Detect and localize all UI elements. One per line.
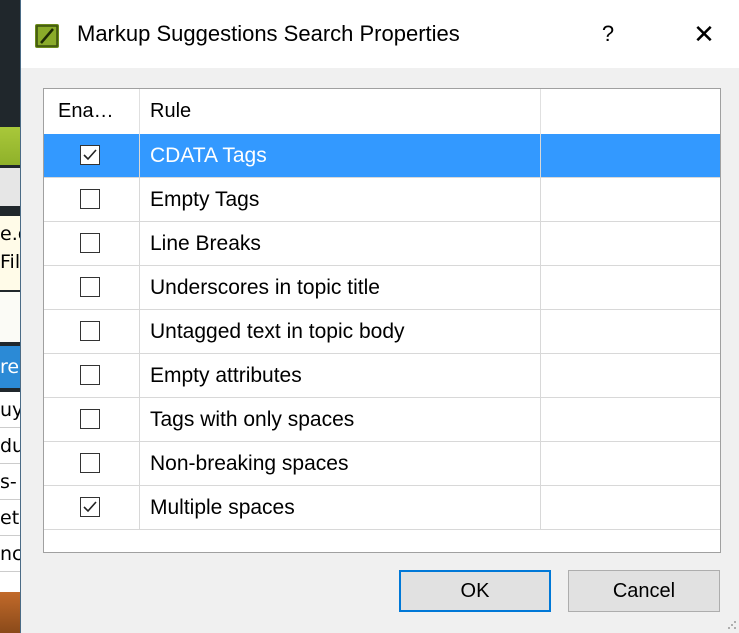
blank-cell (541, 486, 720, 530)
enabled-cell (44, 354, 140, 398)
blank-cell (541, 398, 720, 442)
table-row[interactable]: Empty attributes (44, 354, 720, 398)
table-row[interactable]: Underscores in topic title (44, 266, 720, 310)
dialog-title: Markup Suggestions Search Properties (77, 21, 460, 46)
background-selected-item: re (0, 346, 20, 388)
table-header: Ena… Rule (44, 89, 720, 135)
blank-cell (541, 266, 720, 310)
table-row[interactable]: Untagged text in topic body (44, 310, 720, 354)
title-bar: Markup Suggestions Search Properties ? ✕ (21, 0, 739, 68)
enabled-checkbox[interactable] (80, 453, 100, 473)
background-fragment: nc (0, 536, 20, 572)
enabled-cell (44, 486, 140, 530)
background-fragment: du (0, 428, 20, 464)
enabled-checkbox[interactable] (80, 497, 100, 517)
table-row[interactable]: Tags with only spaces (44, 398, 720, 442)
rule-name: Empty Tags (140, 178, 541, 222)
rule-name: Non-breaking spaces (140, 442, 541, 486)
enabled-checkbox[interactable] (80, 189, 100, 209)
enabled-cell (44, 134, 140, 178)
checkmark-icon (83, 149, 97, 161)
rule-name: Tags with only spaces (140, 398, 541, 442)
background-panel (0, 168, 20, 206)
table-row[interactable]: CDATA Tags (44, 134, 720, 178)
background-fragment: s- (0, 464, 20, 500)
blank-cell (541, 354, 720, 398)
table-row[interactable]: Multiple spaces (44, 486, 720, 530)
background-blank (0, 292, 20, 342)
enabled-cell (44, 178, 140, 222)
rule-name: Multiple spaces (140, 486, 541, 530)
enabled-checkbox[interactable] (80, 277, 100, 297)
background-text-area: e.g Fil (0, 216, 20, 290)
blank-cell (541, 178, 720, 222)
enabled-cell (44, 442, 140, 486)
enabled-cell (44, 398, 140, 442)
background-fragment: e.g (0, 223, 20, 245)
table-row[interactable]: Line Breaks (44, 222, 720, 266)
properties-dialog: Markup Suggestions Search Properties ? ✕… (20, 0, 739, 633)
background-toolbar (0, 127, 20, 165)
help-button[interactable]: ? (588, 14, 628, 54)
blank-cell (541, 134, 720, 178)
enabled-checkbox[interactable] (80, 409, 100, 429)
blank-cell (541, 222, 720, 266)
rules-table: Ena… Rule CDATA Tags Empty Tags Line Break… (43, 88, 721, 553)
rule-name: CDATA Tags (140, 134, 541, 178)
background-fragment: et (0, 500, 20, 536)
blank-cell (541, 442, 720, 486)
enabled-cell (44, 310, 140, 354)
enabled-checkbox[interactable] (80, 321, 100, 341)
close-button[interactable]: ✕ (681, 14, 727, 54)
table-row[interactable]: Empty Tags (44, 178, 720, 222)
background-fragment: Fil (0, 251, 20, 273)
enabled-checkbox[interactable] (80, 233, 100, 253)
background-fragment: re (0, 356, 20, 378)
rule-name: Empty attributes (140, 354, 541, 398)
enabled-checkbox[interactable] (80, 365, 100, 385)
resize-grip-icon[interactable] (727, 620, 737, 630)
enabled-cell (44, 222, 140, 266)
rule-name: Untagged text in topic body (140, 310, 541, 354)
enabled-checkbox[interactable] (80, 145, 100, 165)
cancel-button[interactable]: Cancel (568, 570, 720, 612)
app-logo-icon (35, 24, 59, 48)
ok-button[interactable]: OK (399, 570, 551, 612)
background-fragment: uy (0, 392, 20, 428)
checkmark-icon (83, 501, 97, 513)
enabled-cell (44, 266, 140, 310)
column-header-enabled[interactable]: Ena… (44, 89, 140, 134)
blank-cell (541, 310, 720, 354)
rule-name: Line Breaks (140, 222, 541, 266)
column-header-rule[interactable]: Rule (140, 89, 541, 134)
background-list: uy du s- et nc (0, 392, 20, 592)
column-header-blank (541, 89, 720, 134)
background-footer (0, 592, 20, 633)
table-row[interactable]: Non-breaking spaces (44, 442, 720, 486)
rule-name: Underscores in topic title (140, 266, 541, 310)
